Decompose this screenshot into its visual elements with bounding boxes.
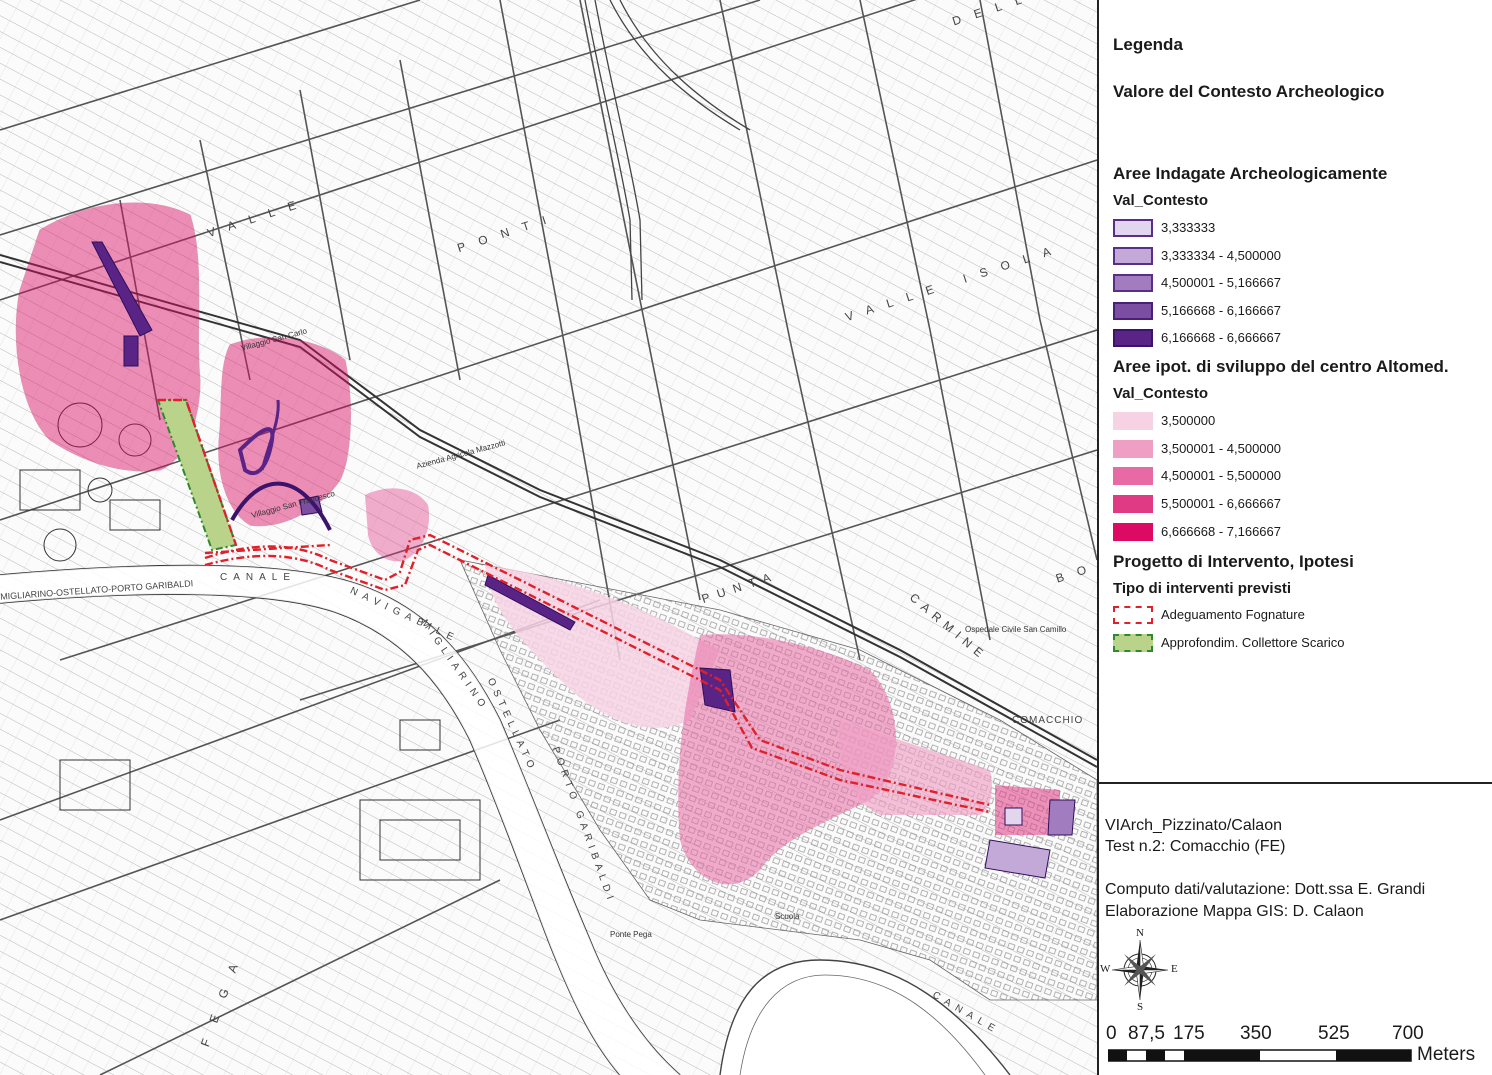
place-ospedale: Ospedale Civile San Camillo: [965, 625, 1067, 634]
legend-subtitle: Valore del Contesto Archeologico: [1113, 82, 1385, 101]
scale-tick-5: 700: [1392, 1023, 1424, 1044]
label-comacchio: COMACCHIO: [1012, 715, 1084, 726]
scale-tick-4: 525: [1318, 1023, 1350, 1044]
legend-swatch-g2-5: [1113, 523, 1153, 541]
indagata-8: [1004, 807, 1023, 826]
map-canvas[interactable]: VALLE PONTI VALLE ISOLA DELLA PUNTA CARM…: [0, 0, 1097, 1075]
scale-tick-3: 350: [1240, 1023, 1272, 1044]
panel-divider: [1097, 0, 1099, 1075]
credit-test: Test n.2: Comacchio (FE): [1105, 838, 1286, 855]
scale-unit: Meters: [1417, 1044, 1476, 1065]
legend-group3-field: Tipo di interventi previsti: [1113, 580, 1292, 597]
legend-item-g1-1: 3,333333: [1161, 220, 1216, 235]
legend-item-g2-5: 6,666668 - 7,166667: [1161, 524, 1281, 539]
legend-item-g2-4: 5,500001 - 6,666667: [1161, 496, 1281, 511]
legend-swatch-g1-4: [1113, 302, 1153, 320]
legend-group2-title: Aree ipot. di sviluppo del centro Altome…: [1113, 357, 1449, 376]
legend-swatch-g2-2: [1113, 440, 1153, 458]
compass-e: E: [1171, 963, 1178, 975]
legend-group2-field: Val_Contesto: [1113, 385, 1209, 402]
scale-bar-graphic: [1108, 1049, 1412, 1062]
indagata-6: [1047, 799, 1076, 836]
compass-n: N: [1136, 927, 1144, 939]
credit-project: VIArch_Pizzinato/Calaon: [1105, 817, 1282, 834]
legend-swatch-g2-1: [1113, 412, 1153, 430]
compass-w: W: [1100, 963, 1111, 975]
legend-swatch-g2-3: [1113, 467, 1153, 485]
legend-group3-title: Progetto di Intervento, Ipotesi: [1113, 552, 1354, 571]
credit-elaborazione: Elaborazione Mappa GIS: D. Calaon: [1105, 903, 1364, 920]
legend-swatch-g1-5: [1113, 329, 1153, 347]
scale-tick-0: 0: [1106, 1023, 1117, 1044]
scale-tick-2: 175: [1173, 1023, 1205, 1044]
legend-item-g2-1: 3,500000: [1161, 413, 1216, 428]
legend-item-g3-2: Approfondim. Collettore Scarico: [1161, 635, 1345, 650]
legend-item-g3-1: Adeguamento Fognature: [1161, 607, 1305, 622]
compass-rose: N S E W: [1100, 925, 1180, 1015]
scale-tick-1: 87,5: [1128, 1023, 1165, 1044]
legend-swatch-g1-3: [1113, 274, 1153, 292]
legend-group1-title: Aree Indagate Archeologicamente: [1113, 164, 1388, 183]
legend-item-g2-3: 4,500001 - 5,500000: [1161, 468, 1281, 483]
legend-item-g1-2: 3,333334 - 4,500000: [1161, 248, 1281, 263]
place-ponte-pega: Ponte Pega: [610, 930, 652, 939]
legend-swatch-g2-4: [1113, 495, 1153, 513]
legend-title: Legenda: [1113, 35, 1183, 54]
indagata-2: [123, 335, 139, 367]
legend-swatch-g3-1: [1113, 606, 1153, 624]
compass-s: S: [1137, 1001, 1144, 1013]
legend-swatch-g3-2: [1113, 634, 1153, 652]
legend-item-g1-5: 6,166668 - 6,666667: [1161, 330, 1281, 345]
legend-item-g1-4: 5,166668 - 6,166667: [1161, 303, 1281, 318]
credit-computo: Computo dati/valutazione: Dott.ssa E. Gr…: [1105, 881, 1426, 898]
label-canale: CANALE: [220, 572, 297, 583]
base-map: [0, 0, 1097, 1075]
legend-item-g1-3: 4,500001 - 5,166667: [1161, 275, 1281, 290]
legend-swatch-g1-1: [1113, 219, 1153, 237]
panel-separator: [1097, 782, 1492, 784]
place-scuola: Scuola: [775, 912, 800, 921]
legend-item-g2-2: 3,500001 - 4,500000: [1161, 441, 1281, 456]
legend-group1-field: Val_Contesto: [1113, 192, 1209, 209]
legend-swatch-g1-2: [1113, 247, 1153, 265]
